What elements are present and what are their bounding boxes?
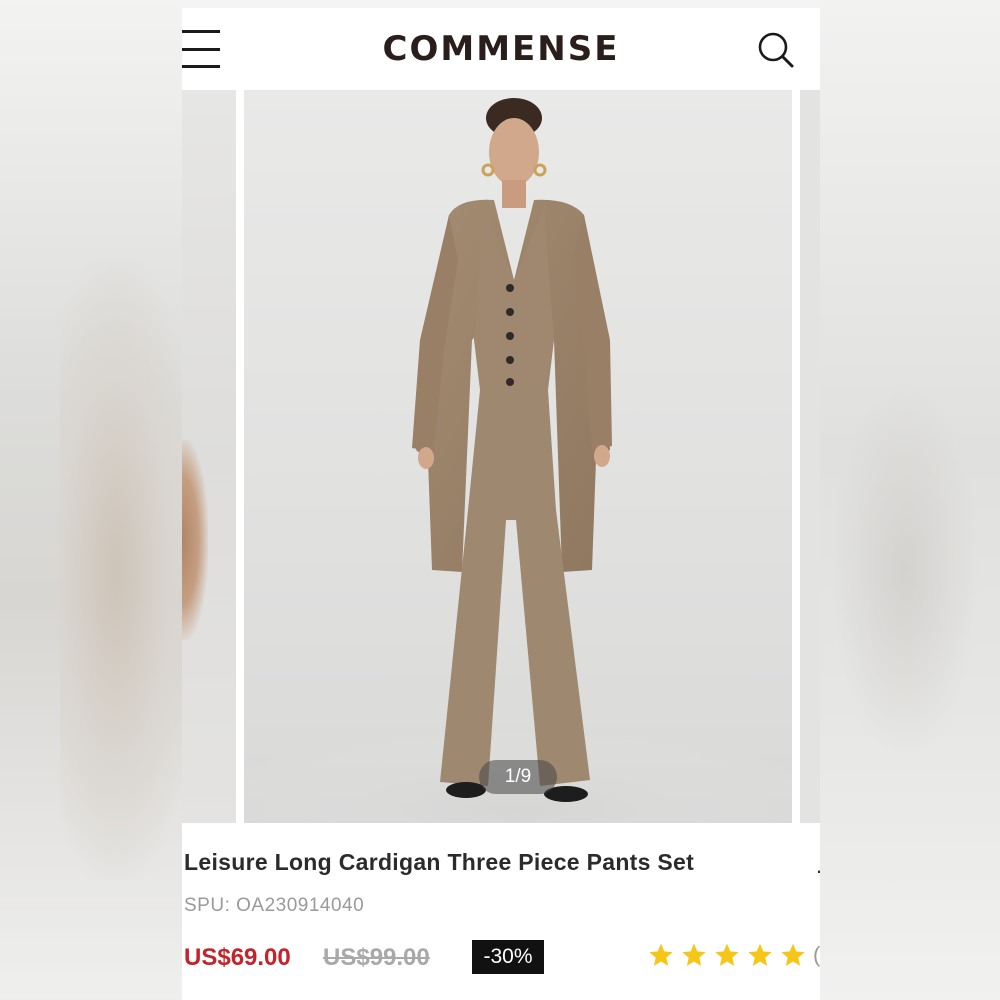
search-icon: [758, 32, 794, 68]
star-icon: [715, 943, 739, 966]
star-icon: [682, 943, 706, 966]
search-button[interactable]: [756, 30, 796, 70]
brand-logo[interactable]: COMMENSE: [383, 29, 620, 69]
original-price: US$99.00: [323, 944, 430, 971]
site-header: COMMENSE: [182, 8, 820, 90]
product-image-carousel[interactable]: 1/9: [182, 90, 820, 823]
previous-slide-edge: [182, 440, 208, 640]
previous-slide[interactable]: [182, 90, 236, 823]
product-image[interactable]: [244, 90, 792, 823]
price-row: US$69.00 US$99.00 -30% (: [184, 940, 820, 980]
discount-badge: -30%: [472, 940, 544, 974]
star-icon: [748, 943, 772, 966]
next-product-title-fragment: .: [816, 853, 820, 878]
product-rating[interactable]: (: [648, 942, 820, 968]
blurred-shape: [830, 380, 980, 760]
model-photo: [244, 98, 792, 823]
blurred-shape: [60, 260, 200, 880]
star-icon: [649, 943, 673, 966]
star-icon: [781, 943, 805, 966]
hamburger-icon-line: [182, 30, 220, 33]
rating-count: (: [813, 942, 820, 967]
menu-button[interactable]: [182, 26, 222, 72]
next-slide[interactable]: [800, 90, 820, 823]
status-gap: [182, 0, 820, 8]
product-spu: SPU: OA230914040: [184, 895, 365, 916]
hamburger-icon-line: [182, 47, 220, 51]
blurred-backdrop-right: [820, 0, 1000, 1000]
product-title: Leisure Long Cardigan Three Piece Pants …: [184, 849, 695, 875]
sale-price: US$69.00: [184, 944, 291, 971]
hamburger-icon-line: [182, 65, 220, 68]
blurred-backdrop-left: [0, 0, 200, 1000]
carousel-pager: 1/9: [479, 760, 557, 794]
phone-screen: COMMENSE 1/9 Leisure Long Cardigan Three…: [182, 0, 820, 1000]
